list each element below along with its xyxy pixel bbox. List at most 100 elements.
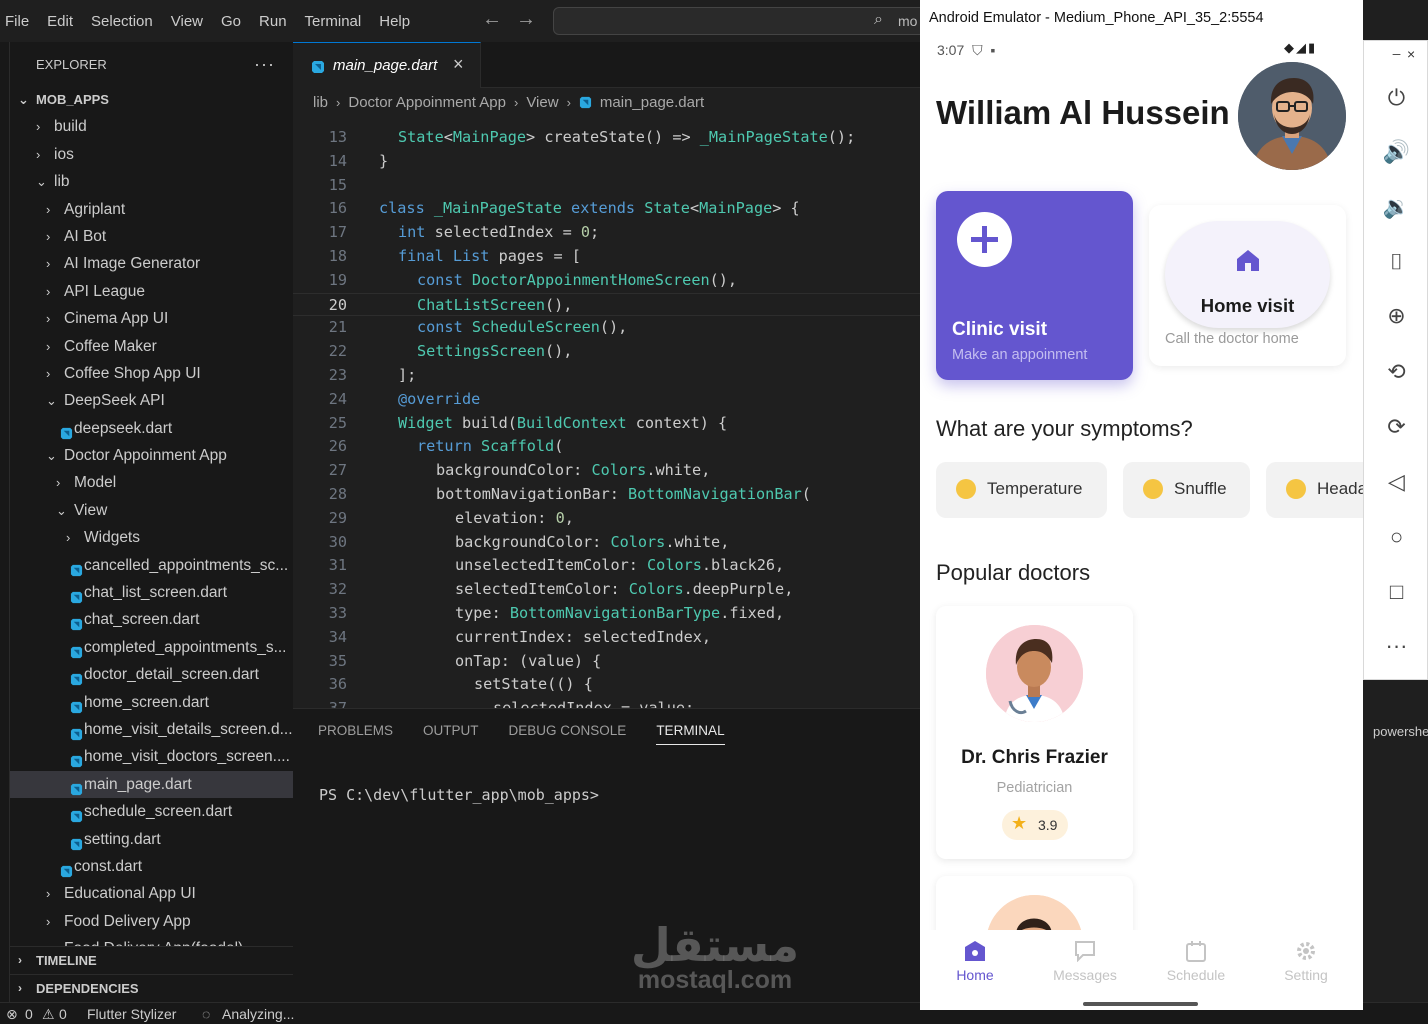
tree-folder[interactable]: › Food Delivery App xyxy=(10,908,293,935)
code-line[interactable]: 28 bottomNavigationBar: BottomNavigationB… xyxy=(293,483,920,507)
close-icon[interactable]: × xyxy=(453,54,464,75)
terminal-prompt[interactable]: PS C:\dev\flutter_app\mob_apps> xyxy=(319,786,599,804)
breadcrumb-item[interactable]: View xyxy=(526,94,558,111)
code-line[interactable]: 31 unselectedItemColor: Colors.black26, xyxy=(293,554,920,578)
breadcrumb-item[interactable]: Doctor Appoinment App xyxy=(348,94,506,111)
code-line[interactable]: 34 currentIndex: selectedIndex, xyxy=(293,626,920,650)
breadcrumb-item[interactable]: main_page.dart xyxy=(600,94,704,111)
code-line[interactable]: 16 class _MainPageState extends State<Mai… xyxy=(293,197,920,221)
tree-folder[interactable]: › ios xyxy=(10,141,293,168)
tree-file[interactable]: schedule_screen.dart xyxy=(10,798,293,825)
tree-file[interactable]: main_page.dart xyxy=(10,770,293,799)
code-line[interactable]: 30 backgroundColor: Colors.white, xyxy=(293,531,920,555)
warning-count[interactable]: 0 xyxy=(59,1006,67,1022)
overview-icon[interactable]: □ xyxy=(1364,579,1428,605)
tree-file[interactable]: chat_screen.dart xyxy=(10,606,293,633)
menu-view[interactable]: View xyxy=(162,13,212,30)
flutter-stylizer-status[interactable]: Flutter Stylizer xyxy=(87,1006,176,1022)
code-line[interactable]: 14} xyxy=(293,150,920,174)
doctor-card[interactable]: Dr. Chris Frazier Pediatrician ★ 3.9 xyxy=(936,606,1133,859)
code-line[interactable]: 32 selectedItemColor: Colors.deepPurple, xyxy=(293,578,920,602)
rotate-right-icon[interactable]: ⟳ xyxy=(1364,414,1428,440)
clinic-visit-card[interactable]: Clinic visit Make an appoinment xyxy=(936,191,1133,380)
back-arrow-icon[interactable]: ← xyxy=(482,8,502,31)
tree-folder[interactable]: ⌄ View xyxy=(10,497,293,524)
breadcrumb-item[interactable]: lib xyxy=(313,94,328,111)
code-line[interactable]: 17 int selectedIndex = 0; xyxy=(293,221,920,245)
symptom-chip-headache[interactable]: Heada xyxy=(1266,462,1363,518)
tree-file[interactable]: const.dart xyxy=(10,853,293,880)
tree-folder[interactable]: › Cinema App UI xyxy=(10,305,293,332)
tree-folder[interactable]: ⌄ Doctor Appoinment App xyxy=(10,442,293,469)
menu-file[interactable]: File xyxy=(0,13,38,30)
tree-folder[interactable]: › Coffee Shop App UI xyxy=(10,360,293,387)
tree-file[interactable]: completed_appointments_s... xyxy=(10,634,293,661)
menu-edit[interactable]: Edit xyxy=(38,13,82,30)
avatar[interactable] xyxy=(1238,62,1346,170)
menu-selection[interactable]: Selection xyxy=(82,13,162,30)
minimize-icon[interactable]: – xyxy=(1364,45,1428,61)
tree-folder[interactable]: › Educational App UI xyxy=(10,880,293,907)
tab-problems[interactable]: PROBLEMS xyxy=(318,723,393,745)
tree-file[interactable]: chat_list_screen.dart xyxy=(10,579,293,606)
tab-debug-console[interactable]: DEBUG CONSOLE xyxy=(509,723,627,745)
tree-folder[interactable]: › API League xyxy=(10,278,293,305)
code-line[interactable]: 15 xyxy=(293,174,920,198)
tree-file[interactable]: cancelled_appointments_sc... xyxy=(10,552,293,579)
tree-folder[interactable]: ⌄ lib xyxy=(10,168,293,195)
more-icon[interactable]: ··· xyxy=(1364,633,1428,659)
symptom-chip-snuffle[interactable]: Snuffle xyxy=(1123,462,1250,518)
more-actions-icon[interactable]: ··· xyxy=(254,54,275,75)
tree-file[interactable]: setting.dart xyxy=(10,826,293,853)
tab-output[interactable]: OUTPUT xyxy=(423,723,479,745)
rotate-left-icon[interactable]: ⟲ xyxy=(1364,359,1428,385)
code-line[interactable]: 33 type: BottomNavigationBarType.fixed, xyxy=(293,602,920,626)
tree-folder[interactable]: › build xyxy=(10,113,293,140)
zoom-icon[interactable]: ⊕ xyxy=(1364,303,1428,329)
menu-terminal[interactable]: Terminal xyxy=(296,13,371,30)
code-line[interactable]: 29 elevation: 0, xyxy=(293,507,920,531)
code-line[interactable]: 23]; xyxy=(293,364,920,388)
tree-folder[interactable]: › AI Image Generator xyxy=(10,250,293,277)
tree-file[interactable]: home_visit_doctors_screen.... xyxy=(10,743,293,770)
back-icon[interactable]: ◁ xyxy=(1364,469,1428,495)
code-line[interactable]: 19 const DoctorAppoinmentHomeScreen(), xyxy=(293,269,920,293)
gesture-bar[interactable] xyxy=(1083,1002,1198,1006)
error-count[interactable]: 0 xyxy=(25,1006,33,1022)
code-line[interactable]: 25 Widget build(BuildContext context) { xyxy=(293,412,920,436)
tree-folder[interactable]: › Widgets xyxy=(10,524,293,551)
code-line[interactable]: 21 const ScheduleScreen(), xyxy=(293,316,920,340)
code-line[interactable]: 20 ChatListScreen(), xyxy=(293,292,920,317)
forward-arrow-icon[interactable]: → xyxy=(516,8,536,31)
warning-icon[interactable]: ⚠ xyxy=(42,1006,55,1023)
dependencies-section[interactable]: › DEPENDENCIES xyxy=(10,974,293,1001)
code-view[interactable]: 13 State<MainPage> createState() => _Main… xyxy=(293,116,920,708)
camera-icon[interactable]: ⌷ xyxy=(1364,249,1428,275)
volume-up-icon[interactable]: 🔊 xyxy=(1364,139,1428,165)
code-line[interactable]: 18 final List pages = [ xyxy=(293,245,920,269)
error-icon[interactable]: ⊗ xyxy=(6,1006,18,1023)
code-line[interactable]: 22 SettingsScreen(), xyxy=(293,340,920,364)
close-icon[interactable]: × xyxy=(1407,46,1415,62)
tree-file[interactable]: home_screen.dart xyxy=(10,689,293,716)
power-icon[interactable]: ⏻ xyxy=(1364,85,1428,111)
tab-main-page[interactable]: main_page.dart × xyxy=(293,42,481,88)
home-circle-icon[interactable]: ○ xyxy=(1364,524,1428,550)
tree-folder[interactable]: ⌄ DeepSeek API xyxy=(10,387,293,414)
code-line[interactable]: 26 return Scaffold( xyxy=(293,435,920,459)
code-line[interactable]: 37 selectedIndex = value; xyxy=(293,697,920,708)
tree-folder[interactable]: › Coffee Maker xyxy=(10,333,293,360)
code-line[interactable]: 24 @override xyxy=(293,388,920,412)
tree-folder[interactable]: › Agriplant xyxy=(10,196,293,223)
tree-folder[interactable]: › Model xyxy=(10,469,293,496)
timeline-section[interactable]: › TIMELINE xyxy=(10,946,293,973)
menu-help[interactable]: Help xyxy=(370,13,419,30)
home-visit-card[interactable]: Home visit Call the doctor home xyxy=(1149,205,1346,366)
menu-go[interactable]: Go xyxy=(212,13,250,30)
menu-run[interactable]: Run xyxy=(250,13,296,30)
workspace-root[interactable]: ⌄ MOB_APPS xyxy=(10,86,293,113)
tab-terminal[interactable]: TERMINAL xyxy=(656,723,725,745)
tree-file[interactable]: doctor_detail_screen.dart xyxy=(10,661,293,688)
code-line[interactable]: 27 backgroundColor: Colors.white, xyxy=(293,459,920,483)
command-center-search[interactable]: ⌕ mo xyxy=(553,7,933,35)
